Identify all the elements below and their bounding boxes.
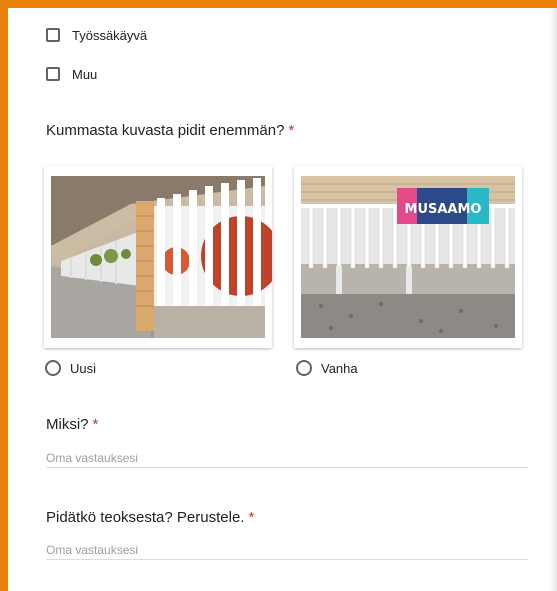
question-title-images-text: Kummasta kuvasta pidit enemmän? — [46, 122, 285, 139]
question-title-why-text: Miksi? — [46, 416, 89, 433]
image-card-uusi[interactable] — [44, 166, 281, 348]
question-title-images: Kummasta kuvasta pidit enemmän? * — [46, 122, 294, 139]
question-title-opinion: Pidätkö teoksesta? Perustele. * — [46, 509, 254, 526]
answer-placeholder-opinion: Oma vastauksesi — [46, 543, 139, 557]
radio-uusi[interactable] — [45, 360, 61, 376]
question-title-why: Miksi? * — [46, 416, 98, 433]
required-asterisk: * — [92, 416, 99, 433]
required-asterisk: * — [288, 122, 295, 139]
image-vanha: MUSAAMO — [294, 166, 522, 348]
answer-placeholder-why: Oma vastauksesi — [46, 451, 139, 465]
radio-vanha[interactable] — [296, 360, 312, 376]
checkbox-muu[interactable] — [46, 67, 60, 81]
checkbox-label-muu: Muu — [72, 67, 98, 82]
question-title-opinion-text: Pidätkö teoksesta? Perustele. — [46, 509, 245, 526]
scroll-shadow — [551, 8, 557, 591]
answer-input-why[interactable]: Oma vastauksesi — [46, 451, 528, 465]
answer-underline-opinion — [46, 559, 528, 560]
image-card-vanha[interactable]: MUSAAMO — [294, 166, 522, 348]
radio-label-vanha: Vanha — [321, 361, 358, 376]
checkbox-tyossakayva[interactable] — [46, 28, 60, 42]
answer-underline-why — [46, 467, 528, 468]
image-uusi — [44, 166, 281, 348]
answer-input-opinion[interactable]: Oma vastauksesi — [46, 543, 528, 557]
required-asterisk: * — [248, 509, 255, 526]
radio-label-uusi: Uusi — [70, 361, 97, 376]
checkbox-label-tyossakayva: Työssäkäyvä — [72, 28, 148, 43]
banner-text: MUSAAMO — [405, 202, 482, 217]
